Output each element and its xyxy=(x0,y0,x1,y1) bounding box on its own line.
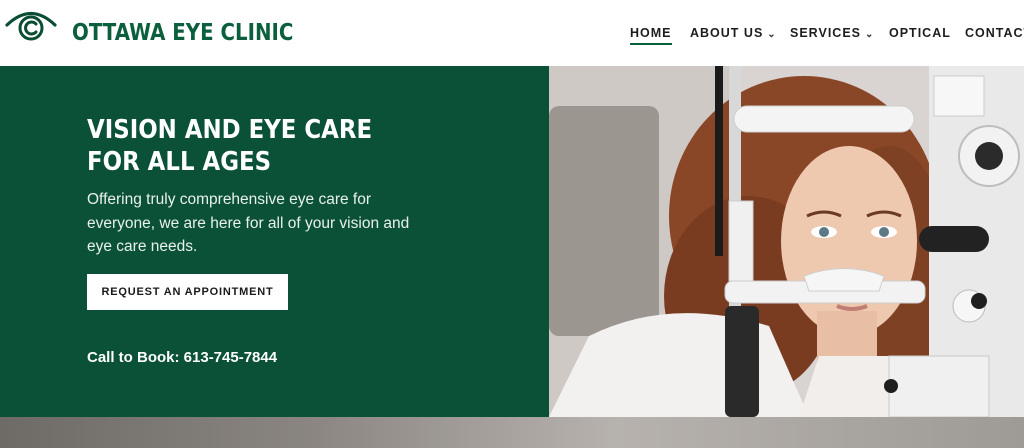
lower-section-preview xyxy=(0,417,1024,448)
request-appointment-button[interactable]: REQUEST AN APPOINTMENT xyxy=(87,274,288,310)
hero-title: VISION AND EYE CARE FOR ALL AGES xyxy=(87,115,373,177)
hero-image xyxy=(549,66,1024,417)
nav-about-us[interactable]: ABOUT US ⌄ xyxy=(690,26,777,40)
chevron-down-icon: ⌄ xyxy=(767,29,777,40)
nav-home-label: HOME xyxy=(630,26,672,40)
brand-name[interactable]: OTTAWA EYE CLINIC xyxy=(72,20,293,46)
nav-services[interactable]: SERVICES ⌄ xyxy=(790,26,874,40)
nav-optical[interactable]: OPTICAL xyxy=(889,26,951,40)
hero-description: Offering truly comprehensive eye care fo… xyxy=(87,191,410,255)
site-header: OTTAWA EYE CLINIC HOME ABOUT US ⌄ SERVICE… xyxy=(0,0,1024,66)
eye-logo-icon[interactable] xyxy=(4,8,58,42)
nav-about-us-label: ABOUT US xyxy=(690,26,764,40)
nav-home[interactable]: HOME xyxy=(630,26,672,45)
chevron-down-icon: ⌄ xyxy=(865,29,875,40)
nav-optical-label: OPTICAL xyxy=(889,26,951,40)
nav-contact-label: CONTACT xyxy=(965,26,1024,40)
eye-exam-photo xyxy=(549,66,1024,417)
nav-contact[interactable]: CONTACT xyxy=(965,26,1024,40)
hero-panel: VISION AND EYE CARE FOR ALL AGES Offerin… xyxy=(0,66,549,417)
call-to-book-phone[interactable]: Call to Book: 613-745-7844 xyxy=(87,349,277,366)
nav-services-label: SERVICES xyxy=(790,26,861,40)
